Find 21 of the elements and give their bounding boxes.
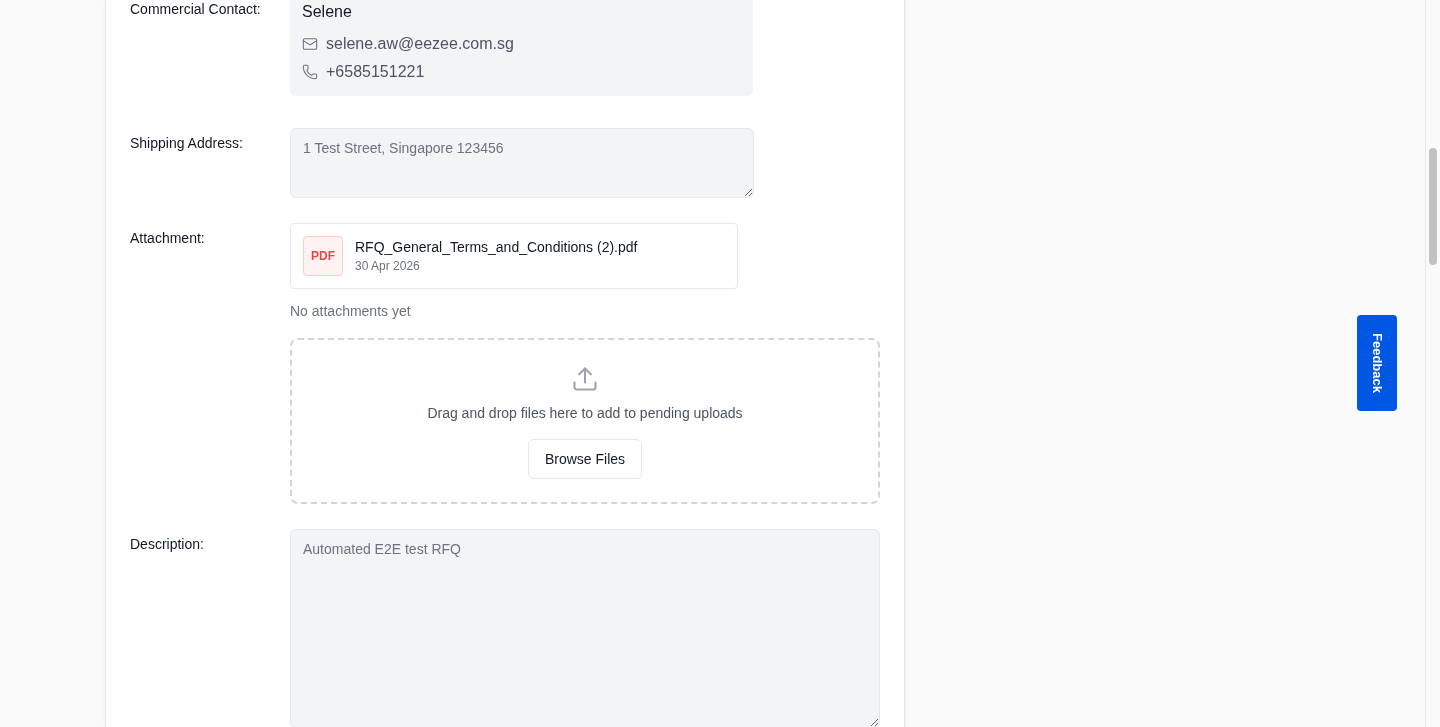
dropzone-hint: Drag and drop files here to add to pending uploads bbox=[427, 404, 743, 423]
browse-files-button[interactable]: Browse Files bbox=[527, 439, 643, 479]
field-label: Shipping Address: bbox=[130, 134, 244, 152]
contact-email: selene.aw@eezee.com.sg bbox=[326, 34, 514, 54]
phone-icon bbox=[302, 64, 318, 80]
file-dropzone[interactable]: Drag and drop files here to add to pending uploads Browse Files bbox=[290, 338, 880, 504]
contact-phone: +6585151221 bbox=[326, 62, 425, 82]
mail-icon bbox=[302, 36, 318, 52]
field-label: Commercial Contact: bbox=[130, 0, 262, 18]
field-label: Attachment: bbox=[130, 229, 206, 247]
upload-icon bbox=[571, 365, 599, 393]
feedback-tab[interactable]: Feedback bbox=[1357, 315, 1397, 411]
attachment-card[interactable]: PDF RFQ_General_Terms_and_Conditions (2).pdf 30 Apr 2026 bbox=[290, 223, 738, 289]
field-label: Description: bbox=[130, 535, 205, 553]
empty-attachments-note: No attachments yet bbox=[290, 302, 411, 321]
scrollbar-thumb[interactable] bbox=[1429, 148, 1437, 265]
file-name: RFQ_General_Terms_and_Conditions (2).pdf bbox=[355, 238, 638, 256]
contact-name: Selene bbox=[302, 2, 353, 22]
scrollbar[interactable] bbox=[1425, 0, 1440, 727]
file-date: 30 Apr 2026 bbox=[355, 258, 421, 274]
file-type-badge: PDF bbox=[303, 236, 343, 276]
